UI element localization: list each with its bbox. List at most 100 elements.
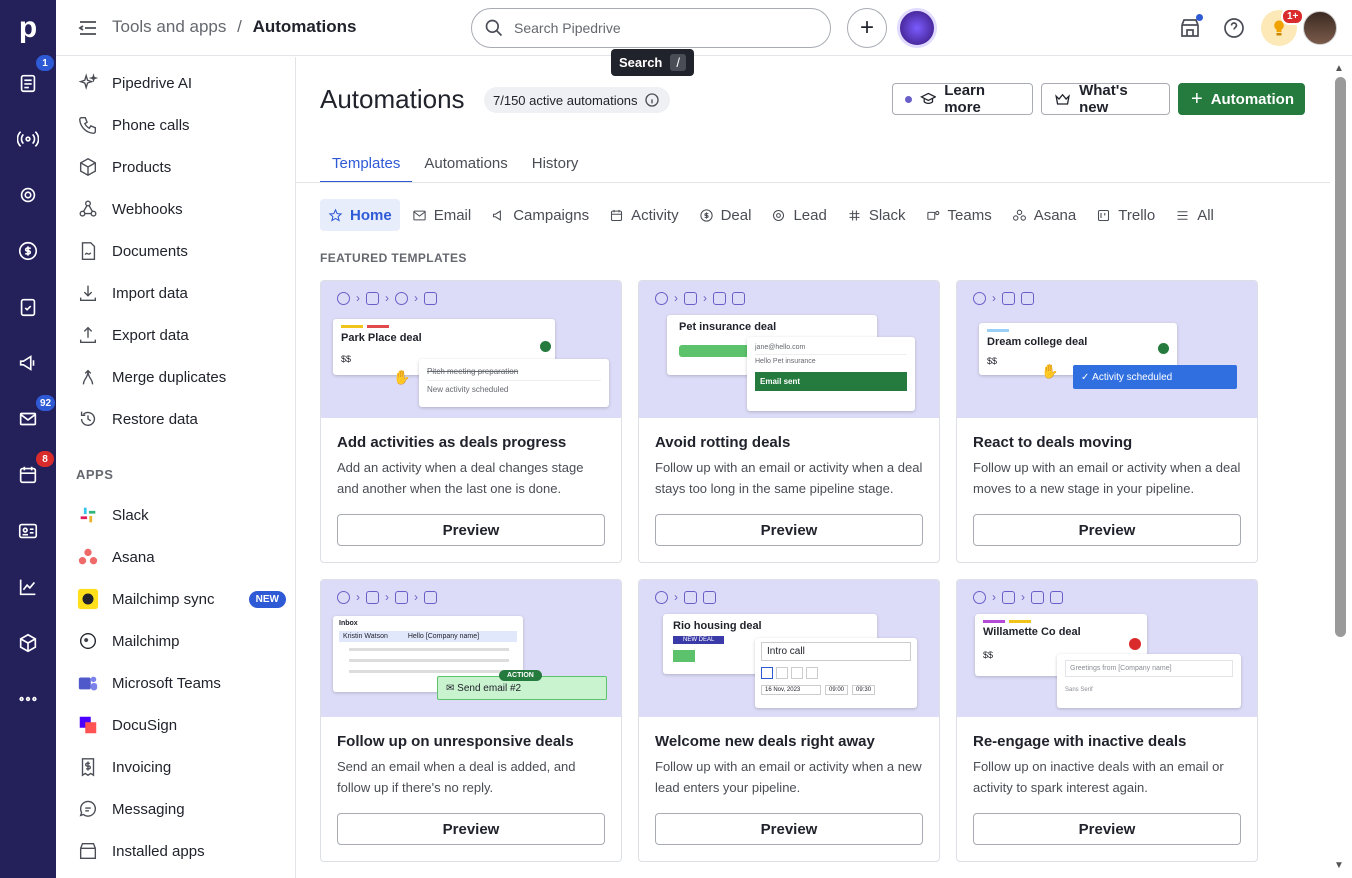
pipedrive-logo[interactable]: p — [0, 0, 56, 56]
category-deal[interactable]: Deal — [691, 199, 760, 231]
sidebar-item-pipedrive-ai[interactable]: Pipedrive AI — [76, 65, 286, 101]
email-compose-mock: Greetings from [Company name] Sans Serif — [1057, 654, 1241, 708]
sidebar-item-phone-calls[interactable]: Phone calls — [76, 107, 286, 143]
category-trello[interactable]: Trello — [1088, 199, 1163, 231]
active-count-text: 7/150 active automations — [493, 92, 638, 108]
category-campaigns[interactable]: Campaigns — [483, 199, 597, 231]
info-icon[interactable] — [644, 92, 660, 108]
products-box-icon[interactable] — [0, 621, 56, 665]
category-activity[interactable]: Activity — [601, 199, 687, 231]
add-automation-button[interactable]: + Automation — [1178, 83, 1305, 115]
category-email[interactable]: Email — [404, 199, 480, 231]
mail-badge: 92 — [36, 395, 56, 411]
sidebar-item-label: Restore data — [112, 410, 198, 428]
sidebar-item-slack[interactable]: Slack — [76, 497, 286, 533]
sidebar-item-import-data[interactable]: Import data — [76, 275, 286, 311]
scroll-up-icon[interactable]: ▲ — [1334, 63, 1344, 74]
help-icon[interactable] — [1222, 16, 1246, 40]
user-avatar[interactable] — [1303, 11, 1337, 45]
sidebar-item-label: Slack — [112, 506, 149, 524]
category-slack[interactable]: Slack — [839, 199, 914, 231]
sidebar-item-products[interactable]: Products — [76, 149, 286, 185]
scroll-down-icon[interactable]: ▼ — [1334, 860, 1344, 871]
hand-cursor-icon: ✋ — [393, 369, 411, 385]
category-all[interactable]: All — [1167, 199, 1222, 231]
asana-icon — [1012, 209, 1026, 221]
template-description: Follow up on inactive deals with an emai… — [973, 759, 1224, 795]
sidebar-item-mailchimp[interactable]: Mailchimp — [76, 623, 286, 659]
sidebar-item-mailchimp-sync[interactable]: Mailchimp sync NEW — [76, 581, 286, 617]
sidebar-item-microsoft-teams[interactable]: Microsoft Teams — [76, 665, 286, 701]
sidebar-item-documents[interactable]: Documents — [76, 233, 286, 269]
template-illustration: › › › Park Place deal $$ Pitch meeting pre… — [321, 281, 621, 418]
workflow-steps-icon: › — [973, 291, 1034, 305]
template-card[interactable]: › › › Park Place deal $$ Pitch meeting pre… — [320, 280, 622, 563]
contacts-card-icon[interactable] — [0, 509, 56, 553]
new-badge: NEW — [248, 590, 286, 608]
calendar-icon[interactable]: 8 — [0, 451, 56, 497]
preview-button[interactable]: Preview — [337, 514, 605, 546]
target-icon — [773, 209, 785, 221]
search-input[interactable]: Search Pipedrive — [471, 8, 831, 48]
preview-button[interactable]: Preview — [973, 813, 1241, 845]
preview-button[interactable]: Preview — [655, 813, 923, 845]
breadcrumb-parent[interactable]: Tools and apps — [112, 17, 226, 36]
end-time: 09:30 — [852, 685, 876, 695]
sidebar-item-label: Mailchimp — [112, 632, 180, 650]
mail-icon[interactable]: 92 — [0, 395, 56, 441]
template-title: Welcome new deals right away — [655, 733, 875, 750]
insights-chart-icon[interactable] — [0, 565, 56, 609]
sidebar-item-installed-apps[interactable]: Installed apps — [76, 833, 286, 869]
page-scrollbar[interactable]: ▲ ▼ — [1330, 57, 1352, 878]
category-teams[interactable]: Teams — [918, 199, 1000, 231]
sidebar-item-messaging[interactable]: Messaging — [76, 791, 286, 827]
whats-new-button[interactable]: What's new — [1041, 82, 1170, 116]
ai-assistant-button[interactable] — [897, 8, 937, 48]
leads-target-icon[interactable] — [0, 173, 56, 217]
sidebar-item-webhooks[interactable]: Webhooks — [76, 191, 286, 227]
campaigns-megaphone-icon[interactable] — [0, 341, 56, 385]
preview-button[interactable]: Preview — [337, 813, 605, 845]
category-asana[interactable]: Asana — [1004, 199, 1085, 231]
template-card[interactable]: › › › Inbox Kristin Watson Hello [Company n… — [320, 579, 622, 862]
template-card[interactable]: › › Willamette Co deal $$ Greetings from … — [956, 579, 1258, 862]
tab-history[interactable]: History — [520, 147, 591, 183]
deals-nav-icon[interactable]: 1 — [0, 55, 56, 105]
tab-automations[interactable]: Automations — [412, 147, 519, 183]
category-lead[interactable]: Lead — [763, 199, 834, 231]
sidebar-item-export-data[interactable]: Export data — [76, 317, 286, 353]
campaigns-radio-icon[interactable] — [0, 117, 56, 161]
inbox-title: Inbox — [339, 620, 358, 627]
sidebar-item-merge-duplicates[interactable]: Merge duplicates — [76, 359, 286, 395]
scrollbar-thumb[interactable] — [1335, 77, 1346, 637]
activity-scheduled-toast: ✓ Activity scheduled — [1073, 365, 1237, 389]
marketplace-icon[interactable] — [1178, 14, 1203, 40]
template-card[interactable]: › Dream college deal $$ ✓ Activity sched… — [956, 280, 1258, 563]
template-card[interactable]: › › Pet insurance deal jane@hello.com Hel… — [638, 280, 940, 563]
learn-more-button[interactable]: Learn more — [892, 82, 1033, 116]
crown-icon — [1055, 93, 1070, 105]
category-home[interactable]: Home — [320, 199, 400, 231]
quick-add-button[interactable]: + — [847, 8, 887, 48]
activity-date: 16 Nov, 2023 — [761, 685, 821, 695]
sidebar-item-asana[interactable]: Asana — [76, 539, 286, 575]
trello-icon — [1098, 209, 1110, 221]
sparkle-icon — [76, 71, 100, 95]
template-card[interactable]: › Rio housing deal NEW DEAL Intro call 1… — [638, 579, 940, 862]
sidebar-item-docusign[interactable]: DocuSign — [76, 707, 286, 743]
more-dots-icon[interactable] — [0, 677, 56, 721]
preview-button[interactable]: Preview — [973, 514, 1241, 546]
preview-button[interactable]: Preview — [655, 514, 923, 546]
sidebar-item-label: DocuSign — [112, 716, 178, 734]
whats-new-label: What's new — [1079, 82, 1128, 116]
tab-templates[interactable]: Templates — [320, 147, 413, 183]
activities-clipboard-icon[interactable] — [0, 285, 56, 329]
list-icon — [1177, 210, 1188, 220]
sidebar-item-restore-data[interactable]: Restore data — [76, 401, 286, 437]
template-illustration: › Rio housing deal NEW DEAL Intro call 1… — [639, 580, 939, 717]
sidebar-item-invoicing[interactable]: Invoicing — [76, 749, 286, 785]
collapse-menu-icon[interactable] — [76, 16, 100, 40]
megaphone-icon — [493, 209, 502, 221]
docusign-icon — [76, 713, 100, 737]
deals-dollar-icon[interactable] — [0, 229, 56, 273]
